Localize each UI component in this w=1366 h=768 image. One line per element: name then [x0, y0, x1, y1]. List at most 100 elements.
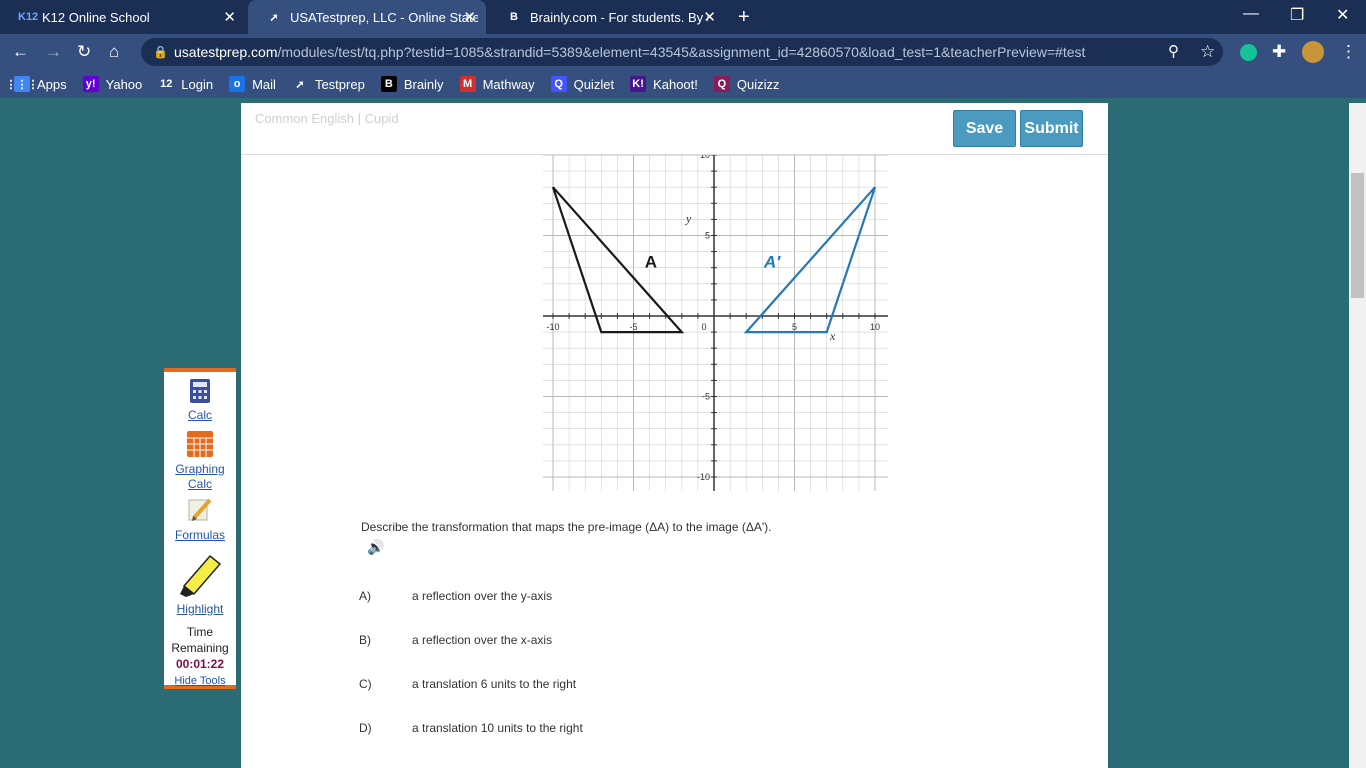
bookmark-label: Brainly	[403, 76, 444, 92]
graphing-calc-tool[interactable]: Graphing Calc	[164, 430, 236, 492]
option-letter: B)	[359, 633, 371, 647]
avatar[interactable]	[1302, 41, 1324, 63]
tab-title: USATestprep, LLC - Online State-	[290, 9, 478, 25]
save-button[interactable]: Save	[953, 110, 1016, 147]
y-tick-label: 5	[705, 231, 710, 241]
lock-icon: 🔒	[153, 45, 168, 59]
option-letter: C)	[359, 677, 372, 691]
login-icon: 12	[158, 76, 175, 92]
close-icon[interactable]: ✕	[703, 8, 716, 26]
tab-k12[interactable]: K12 K12 Online School ✕	[0, 0, 246, 34]
tab-brainly[interactable]: B Brainly.com - For students. By stu ✕	[488, 0, 726, 34]
star-icon[interactable]: ☆	[1200, 42, 1215, 62]
bookmark-brainly[interactable]: B Brainly	[380, 76, 444, 92]
option-text: a translation 6 units to the right	[412, 677, 577, 691]
x-tick-label: -5	[629, 322, 637, 332]
time-label-line-2: Remaining	[171, 641, 229, 655]
answer-option-c[interactable]: C) a translation 6 units to the right	[359, 677, 576, 691]
bookmark-label: Mail	[252, 76, 276, 92]
brainly-icon: B	[510, 11, 518, 23]
minimize-icon[interactable]: —	[1243, 5, 1259, 23]
time-label-line-1: Time	[186, 625, 214, 639]
x-tick-label: 0	[701, 322, 706, 332]
pencil-icon	[188, 498, 212, 521]
back-icon[interactable]: ←	[12, 42, 29, 62]
formulas-label: Formulas	[174, 528, 225, 542]
bookmark-apps[interactable]: ⋮⋮⋮ Apps	[6, 76, 67, 92]
option-text: a translation 10 units to the right	[412, 721, 583, 735]
option-text: a reflection over the y-axis	[412, 589, 553, 603]
yahoo-icon: y!	[82, 76, 99, 92]
brainly-icon: B	[380, 76, 397, 92]
scrollbar-thumb[interactable]	[1351, 173, 1364, 298]
formulas-tool[interactable]: Formulas	[164, 496, 236, 543]
graphing-calculator-icon	[187, 431, 213, 457]
time-remaining-label: Time Remaining	[164, 624, 236, 656]
mathway-icon: M	[459, 76, 476, 92]
bookmark-login[interactable]: 12 Login	[158, 76, 213, 92]
tab-usatestprep[interactable]: ➚ USATestprep, LLC - Online State- ✕	[248, 0, 486, 34]
submit-button[interactable]: Submit	[1020, 110, 1083, 147]
bookmarks-bar: ⋮⋮⋮ Apps y! Yahoo 12 Login o Mail ➚ Testprep B Brai…	[0, 70, 1366, 98]
option-letter: A)	[359, 589, 371, 603]
testprep-icon: ➚	[269, 11, 279, 24]
graphing-label-2: Calc	[187, 477, 212, 491]
menu-icon[interactable]: ⋮	[1340, 42, 1357, 62]
home-icon[interactable]: ⌂	[109, 42, 119, 62]
y-axis-label: y	[685, 212, 692, 226]
question-text: Describe the transformation that maps th…	[361, 520, 772, 534]
graphing-label-1: Graphing	[175, 462, 225, 476]
x-axis-label: x	[829, 329, 836, 343]
bookmark-mail[interactable]: o Mail	[229, 76, 276, 92]
option-letter: D)	[359, 721, 372, 735]
bookmark-label: Apps	[37, 76, 67, 92]
bookmark-label: Quizlet	[573, 76, 615, 92]
new-tab-button[interactable]: +	[738, 6, 750, 29]
x-tick-label: -10	[546, 322, 559, 332]
forward-icon[interactable]: →	[45, 42, 62, 62]
x-tick-label: 5	[792, 322, 797, 332]
mail-icon: o	[229, 76, 246, 92]
x-tick-label: 10	[870, 322, 880, 332]
zoom-icon[interactable]: ⚲	[1168, 42, 1179, 60]
answer-option-d[interactable]: D) a translation 10 units to the right	[359, 721, 583, 735]
bookmark-label: Testprep	[314, 76, 365, 92]
tab-title: Brainly.com - For students. By stu	[530, 9, 708, 25]
scrollbar[interactable]	[1349, 103, 1366, 768]
answer-option-b[interactable]: B) a reflection over the x-axis	[359, 633, 552, 647]
url-host: usatestprep.com	[174, 44, 278, 60]
bookmark-label: Login	[181, 76, 214, 92]
faded-header-text: Common English | Cupid	[255, 111, 399, 126]
bookmark-label: Mathway	[482, 76, 535, 92]
countdown-timer: 00:01:22	[175, 657, 225, 671]
reload-icon[interactable]: ↻	[77, 42, 91, 62]
kahoot-icon: K!	[630, 76, 647, 92]
grammarly-icon[interactable]	[1240, 44, 1257, 61]
bookmark-label: Quizizz	[736, 76, 780, 92]
test-card: Common English | Cupid Save Submit -10 -5…	[241, 103, 1108, 768]
close-icon[interactable]: ✕	[223, 8, 236, 26]
bookmark-kahoot[interactable]: K! Kahoot!	[630, 76, 698, 92]
bookmark-mathway[interactable]: M Mathway	[459, 76, 535, 92]
bookmark-quizlet[interactable]: Q Quizlet	[550, 76, 615, 92]
url-path: /modules/test/tq.php?testid=1085&strandi…	[277, 44, 1086, 60]
calc-label: Calc	[187, 408, 212, 422]
answer-option-a[interactable]: A) a reflection over the y-axis	[359, 589, 552, 603]
highlight-tool[interactable]: Highlight	[164, 552, 236, 617]
triangle-a-label: A	[645, 253, 657, 272]
option-text: a reflection over the x-axis	[412, 633, 553, 647]
restore-icon[interactable]: ❐	[1290, 5, 1304, 25]
speaker-icon[interactable]: 🔊	[367, 539, 384, 556]
bookmark-testprep[interactable]: ➚ Testprep	[291, 76, 365, 92]
y-tick-label: -10	[697, 472, 710, 482]
calc-tool[interactable]: Calc	[164, 378, 236, 423]
bookmark-yahoo[interactable]: y! Yahoo	[82, 76, 142, 92]
highlighter-icon	[180, 554, 222, 597]
extensions-icon[interactable]: ✚	[1272, 42, 1286, 62]
close-icon[interactable]: ✕	[463, 8, 476, 26]
url-bar[interactable]: 🔒 usatestprep.com/modules/test/tq.php?te…	[141, 38, 1223, 66]
bookmark-quizizz[interactable]: Q Quizizz	[713, 76, 780, 92]
close-window-icon[interactable]: ✕	[1336, 5, 1349, 25]
hide-tools-link[interactable]: Hide Tools	[164, 675, 236, 687]
address-toolbar: ← → ↻ ⌂ 🔒 usatestprep.com/modules/test/t…	[0, 34, 1366, 70]
